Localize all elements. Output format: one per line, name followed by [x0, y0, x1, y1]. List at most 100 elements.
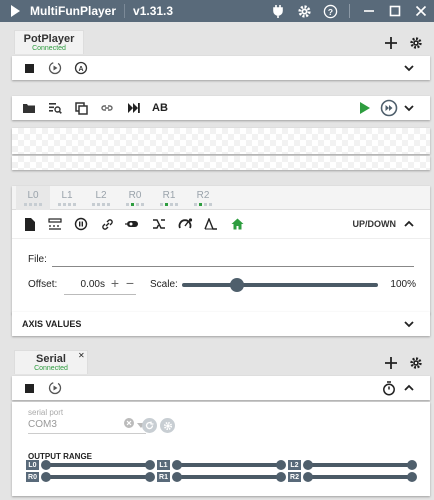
range-min-handle[interactable]	[172, 472, 182, 482]
chevron-up-icon[interactable]	[398, 377, 420, 399]
range-axis-l0: L0	[26, 460, 39, 470]
script-timeline	[12, 156, 430, 170]
range-track[interactable]	[308, 463, 412, 467]
copy-icon[interactable]	[70, 97, 92, 119]
range-track[interactable]	[177, 475, 281, 479]
maximize-icon[interactable]	[382, 0, 408, 22]
serial-port-select[interactable]: COM3	[28, 418, 146, 434]
axis-tab-label: R2	[196, 190, 210, 201]
range-min-handle[interactable]	[303, 472, 313, 482]
range-min-handle[interactable]	[172, 460, 182, 470]
scale-value: 100%	[390, 279, 416, 290]
scale-knob[interactable]	[230, 278, 244, 292]
gear-icon[interactable]	[291, 0, 317, 22]
refresh-icon[interactable]	[142, 418, 157, 433]
tab-serial[interactable]: Serial Connected	[14, 350, 88, 374]
ab-loop-button[interactable]: AB	[152, 102, 168, 114]
axis-tabs: L0 L1 L2 R0 R1 R2	[12, 186, 430, 210]
axis-tab-l1[interactable]: L1	[50, 186, 84, 210]
serial-settings: serial port COM3 OUTPUT RANGE L0 R0 L1 R1 L2…	[12, 402, 430, 496]
chevron-down-icon[interactable]	[398, 57, 420, 79]
stop-icon[interactable]	[18, 377, 40, 399]
axis-toolbar: UP/DOWN	[12, 212, 430, 236]
close-icon[interactable]	[408, 0, 434, 22]
range-max-handle[interactable]	[276, 460, 286, 470]
chevron-up-icon[interactable]	[398, 213, 420, 235]
axis-tab-r0[interactable]: R0	[118, 186, 152, 210]
timer-icon[interactable]	[378, 377, 400, 399]
motion-provider-icon[interactable]	[174, 213, 196, 235]
range-axis-r1: R1	[157, 472, 170, 482]
range-max-handle[interactable]	[407, 472, 417, 482]
interpolation-icon[interactable]	[44, 213, 66, 235]
offset-value: 0.00s	[80, 279, 105, 290]
range-track[interactable]	[46, 475, 150, 479]
playlist-play-icon[interactable]	[378, 97, 400, 119]
link-icon[interactable]	[96, 213, 118, 235]
axis-tab-l0[interactable]: L0	[16, 186, 50, 210]
skip-icon[interactable]	[122, 97, 144, 119]
settings-icon[interactable]	[405, 32, 427, 54]
axis-tab-l2[interactable]: L2	[84, 186, 118, 210]
offset-stepper[interactable]: 0.00s + −	[64, 275, 136, 295]
axis-tab-r2[interactable]: R2	[186, 186, 220, 210]
settings-icon[interactable]	[405, 352, 427, 374]
autoplay-icon[interactable]	[44, 57, 66, 79]
file-field[interactable]	[52, 251, 414, 267]
media-source-status: Connected	[32, 45, 66, 52]
clear-icon[interactable]	[124, 418, 134, 431]
range-axis-l1: L1	[157, 460, 170, 470]
file-icon[interactable]	[18, 213, 40, 235]
play-icon[interactable]	[0, 0, 30, 22]
search-library-icon[interactable]	[44, 97, 66, 119]
port-settings-icon[interactable]	[160, 418, 175, 433]
minimize-icon[interactable]	[356, 0, 382, 22]
range-track[interactable]	[177, 463, 281, 467]
offset-increase-button[interactable]: +	[111, 275, 119, 291]
titlebar-divider	[349, 4, 350, 18]
range-min-handle[interactable]	[303, 460, 313, 470]
add-icon[interactable]	[380, 352, 402, 374]
axis-tab-r1[interactable]: R1	[152, 186, 186, 210]
help-icon[interactable]: ?	[317, 0, 343, 22]
scale-track	[182, 283, 378, 287]
app-version: v1.31.3	[133, 4, 174, 18]
open-folder-icon[interactable]	[18, 97, 40, 119]
plugin-icon[interactable]	[265, 0, 291, 22]
play-icon[interactable]	[354, 97, 376, 119]
speed-limit-icon[interactable]	[70, 213, 92, 235]
range-min-handle[interactable]	[41, 472, 51, 482]
script-toolbar: AB	[12, 96, 430, 120]
envelope-icon[interactable]	[200, 213, 222, 235]
home-icon[interactable]	[226, 213, 248, 235]
range-axis-r2: R2	[288, 472, 301, 482]
autoplay-icon[interactable]	[44, 377, 66, 399]
offset-decrease-button[interactable]: −	[126, 275, 134, 291]
media-source-name: PotPlayer	[23, 33, 75, 45]
transform-icon[interactable]	[148, 213, 170, 235]
add-icon[interactable]	[380, 32, 402, 54]
stop-icon[interactable]	[18, 57, 40, 79]
range-max-handle[interactable]	[145, 460, 155, 470]
link-icon[interactable]	[96, 97, 118, 119]
output-status: Connected	[34, 365, 68, 372]
output-name: Serial	[36, 353, 66, 365]
chevron-down-icon[interactable]	[398, 97, 420, 119]
axis-values-header[interactable]: AXIS VALUES	[12, 312, 430, 336]
axis-tab-label: L1	[61, 190, 73, 201]
range-max-handle[interactable]	[276, 472, 286, 482]
range-max-handle[interactable]	[407, 460, 417, 470]
range-track[interactable]	[308, 475, 412, 479]
title-bar: MultiFunPlayer v1.31.3 ?	[0, 0, 434, 22]
range-axis-r0: R0	[26, 472, 39, 482]
axis-tab-label: L0	[27, 190, 39, 201]
range-track[interactable]	[46, 463, 150, 467]
range-max-handle[interactable]	[145, 472, 155, 482]
chevron-down-icon[interactable]	[398, 313, 420, 335]
tab-potplayer[interactable]: PotPlayer Connected	[14, 30, 84, 54]
close-tab-icon[interactable]: ✕	[78, 351, 85, 360]
auto-connect-icon[interactable]: A	[70, 57, 92, 79]
smoothing-icon[interactable]	[122, 213, 144, 235]
scale-slider[interactable]	[182, 275, 378, 295]
range-min-handle[interactable]	[41, 460, 51, 470]
